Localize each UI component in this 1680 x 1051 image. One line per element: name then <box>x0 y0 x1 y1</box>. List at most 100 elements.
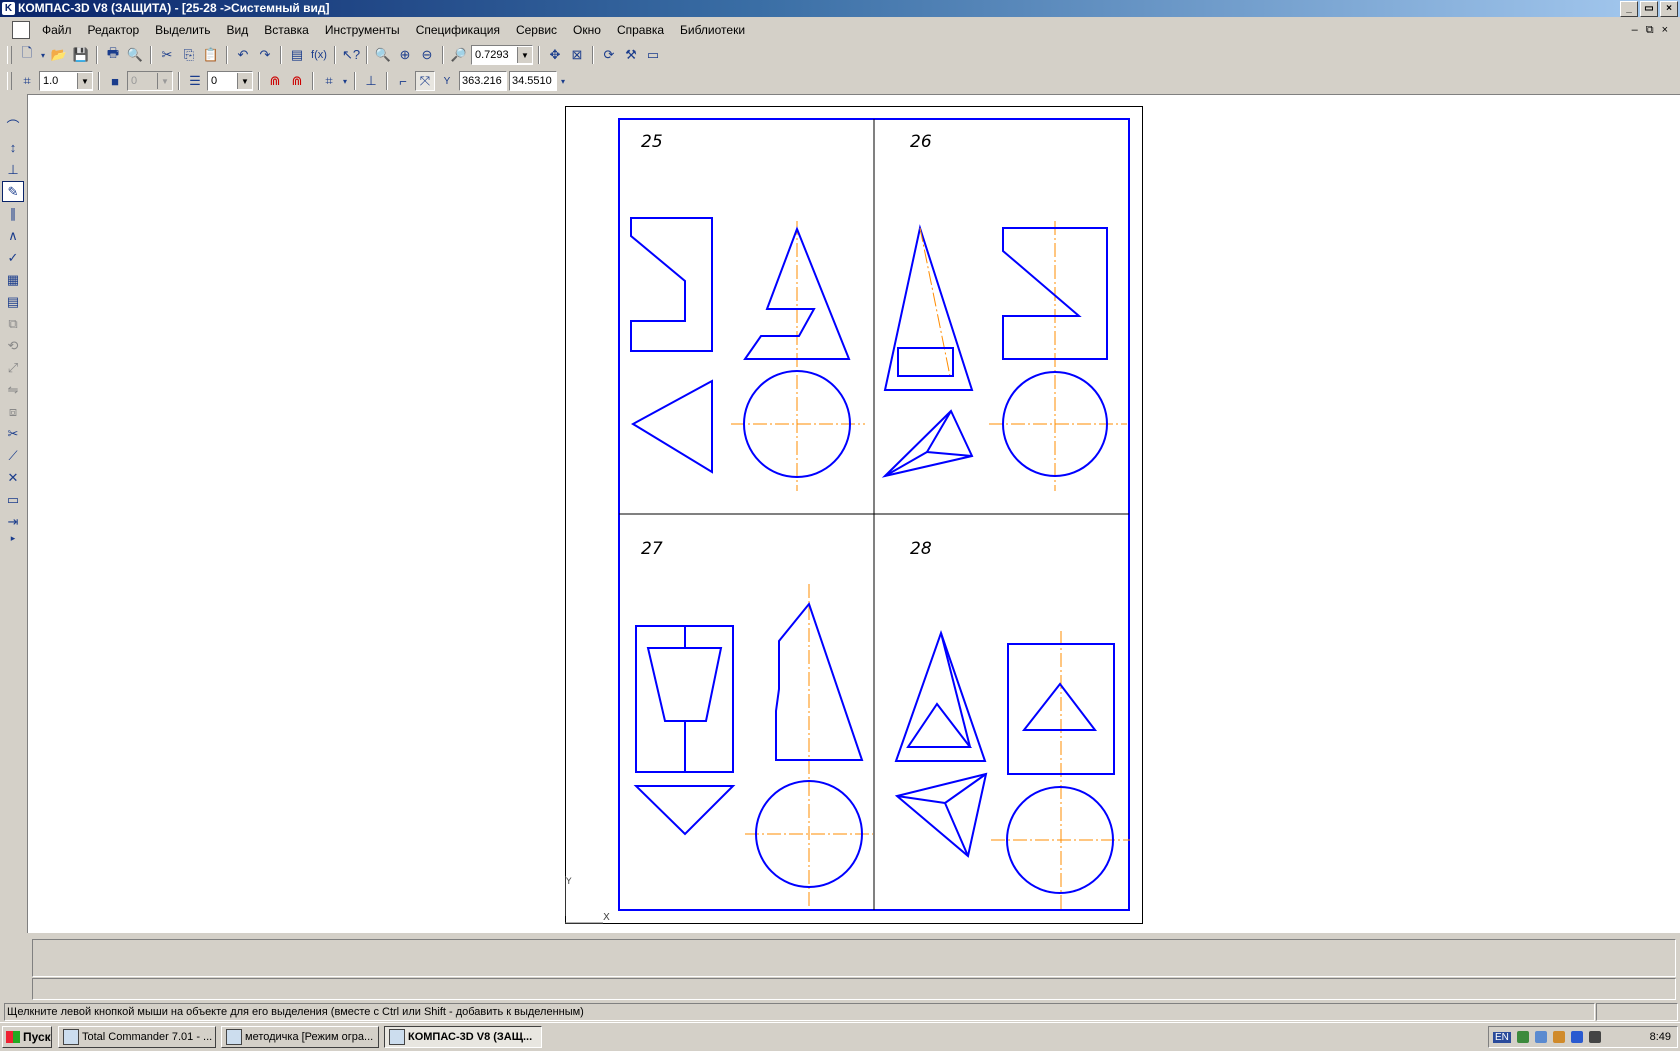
restore-button[interactable]: ▭ <box>1640 1 1658 17</box>
tray-sound-icon[interactable] <box>1552 1031 1565 1043</box>
start-label: Пуск <box>23 1030 51 1044</box>
designations-icon[interactable]: ⊥ <box>2 159 24 180</box>
menu-insert[interactable]: Вставка <box>256 18 317 42</box>
macro-icon[interactable]: ▭ <box>2 489 24 510</box>
scale-combo[interactable]: 1.0 ▼ <box>39 71 93 91</box>
dropdown-arrow-icon[interactable]: ▾ <box>559 71 567 91</box>
language-indicator[interactable]: EN <box>1493 1031 1511 1043</box>
local-cs-icon[interactable]: ⊥ <box>361 71 381 91</box>
menu-specification[interactable]: Спецификация <box>408 18 508 42</box>
menu-file[interactable]: Файл <box>34 18 80 42</box>
tray-antivirus-icon[interactable] <box>1588 1031 1601 1043</box>
coordinates-icon: Y <box>443 75 451 87</box>
screen-icon[interactable]: ▭ <box>643 45 663 65</box>
refresh-icon[interactable]: ⟳ <box>599 45 619 65</box>
chevron-down-icon[interactable]: ▼ <box>517 47 532 63</box>
dropdown-arrow-icon[interactable]: ▾ <box>341 71 349 91</box>
ortho-icon[interactable]: ⌐ <box>393 71 413 91</box>
document-icon[interactable] <box>12 21 30 39</box>
redo-icon[interactable]: ↷ <box>255 45 275 65</box>
grid-icon[interactable]: ⌗ <box>319 71 339 91</box>
print-preview-icon[interactable]: 🔍 <box>125 45 145 65</box>
menu-select[interactable]: Выделить <box>147 18 218 42</box>
chevron-down-icon[interactable]: ▼ <box>237 73 252 89</box>
pan-icon[interactable]: ✥ <box>545 45 565 65</box>
copy-icon[interactable]: ⎘ <box>179 45 199 65</box>
layer-combo[interactable]: 0 ▼ <box>207 71 253 91</box>
associative-view-icon[interactable]: ▦ <box>2 269 24 290</box>
spec-icon[interactable]: ▤ <box>2 291 24 312</box>
tray-app-icon[interactable] <box>1516 1031 1529 1043</box>
variables-icon[interactable]: f(x) <box>309 45 329 65</box>
editing-icon[interactable]: ✎ <box>2 181 24 202</box>
mdi-close-button[interactable]: × <box>1662 24 1668 37</box>
menu-tools[interactable]: Инструменты <box>317 18 408 42</box>
style-icon[interactable]: ■ <box>105 71 125 91</box>
save-icon[interactable]: 💾 <box>71 45 91 65</box>
zoom-combo[interactable]: 0.7293 ▼ <box>471 45 533 65</box>
grid-step-icon[interactable]: ⌗ <box>17 71 37 91</box>
taskbar-item-kompas[interactable]: КОМПАС-3D V8 (ЗАЩ... <box>384 1026 542 1048</box>
mdi-minimize-button[interactable]: ‒ <box>1632 24 1638 37</box>
stretch-icon[interactable]: ⇥ <box>2 511 24 532</box>
tray-network-icon[interactable] <box>1534 1031 1547 1043</box>
app-icon[interactable]: K <box>2 2 15 15</box>
menu-service[interactable]: Сервис <box>508 18 565 42</box>
parametrization-icon[interactable]: ∥ <box>2 203 24 224</box>
local-snap-icon[interactable]: ⋒ <box>287 71 307 91</box>
measure-icon[interactable]: ∧ <box>2 225 24 246</box>
open-folder-icon[interactable]: 📂 <box>49 45 69 65</box>
paste-icon[interactable]: 📋 <box>201 45 221 65</box>
tray-security-icon[interactable] <box>1570 1031 1583 1043</box>
show-all-icon[interactable]: ⊠ <box>567 45 587 65</box>
print-icon[interactable]: 🖶 <box>103 45 123 65</box>
menu-editor[interactable]: Редактор <box>80 18 148 42</box>
menu-window[interactable]: Окно <box>565 18 609 42</box>
trim-icon[interactable]: ✂ <box>2 423 24 444</box>
coord-x-field[interactable]: 363.216 <box>459 71 507 91</box>
select-icon[interactable]: ✓ <box>2 247 24 268</box>
task-28-figure <box>894 629 1130 911</box>
mdi-restore-button[interactable]: ⧉ <box>1646 24 1654 37</box>
new-document-icon[interactable]: 🗋 <box>17 45 37 65</box>
taskbar-item-word[interactable]: методичка [Режим огра... <box>221 1026 379 1048</box>
zoom-in-icon[interactable]: ⊕ <box>395 45 415 65</box>
menu-libraries[interactable]: Библиотеки <box>672 18 753 42</box>
zoom-scale-icon[interactable]: 🔎 <box>449 45 469 65</box>
coord-y-field[interactable]: 34.5510 <box>509 71 557 91</box>
rotate-icon[interactable]: ⟲ <box>2 335 24 356</box>
minimize-button[interactable]: _ <box>1620 1 1638 17</box>
split-icon[interactable]: ✕ <box>2 467 24 488</box>
deform-icon[interactable]: ⧈ <box>2 401 24 422</box>
toolbar-grip[interactable] <box>7 46 12 64</box>
cut-icon[interactable]: ✂ <box>157 45 177 65</box>
scale-icon[interactable]: ⤢ <box>2 357 24 378</box>
taskbar-item-total-commander[interactable]: Total Commander 7.01 - ... <box>58 1026 216 1048</box>
manager-icon[interactable]: ▤ <box>287 45 307 65</box>
start-button[interactable]: Пуск <box>2 1026 52 1048</box>
layers-icon[interactable]: ☰ <box>185 71 205 91</box>
undo-icon[interactable]: ↶ <box>233 45 253 65</box>
menu-help[interactable]: Справка <box>609 18 672 42</box>
toolbar-grip[interactable] <box>7 72 12 90</box>
copy-object-icon[interactable]: ⧉ <box>2 313 24 334</box>
task-label-26: 26 <box>910 132 932 152</box>
dimensions-icon[interactable]: ↕ <box>2 137 24 158</box>
task-25-figure <box>630 217 865 491</box>
dropdown-arrow-icon[interactable]: ▾ <box>39 45 47 65</box>
mirror-icon[interactable]: ⇋ <box>2 379 24 400</box>
round-cursor-icon[interactable]: ⤧ <box>415 71 435 91</box>
status-hint: Щелкните левой кнопкой мыши на объекте д… <box>4 1003 1595 1021</box>
close-button[interactable]: × <box>1660 1 1678 17</box>
snap-magnet-icon[interactable]: ⋒ <box>265 71 285 91</box>
chevron-down-icon[interactable]: ▼ <box>77 73 92 89</box>
expand-panel-icon[interactable]: ▸ <box>2 533 24 543</box>
zoom-window-icon[interactable]: 🔍 <box>373 45 393 65</box>
properties-panel-lower <box>32 978 1676 1000</box>
menu-view[interactable]: Вид <box>219 18 257 42</box>
zoom-out-icon[interactable]: ⊖ <box>417 45 437 65</box>
geometry-icon[interactable]: ⌒ <box>2 115 24 136</box>
tools-icon[interactable]: ⚒ <box>621 45 641 65</box>
help-pointer-icon[interactable]: ↖? <box>341 45 361 65</box>
break-icon[interactable]: ⟋ <box>2 445 24 466</box>
